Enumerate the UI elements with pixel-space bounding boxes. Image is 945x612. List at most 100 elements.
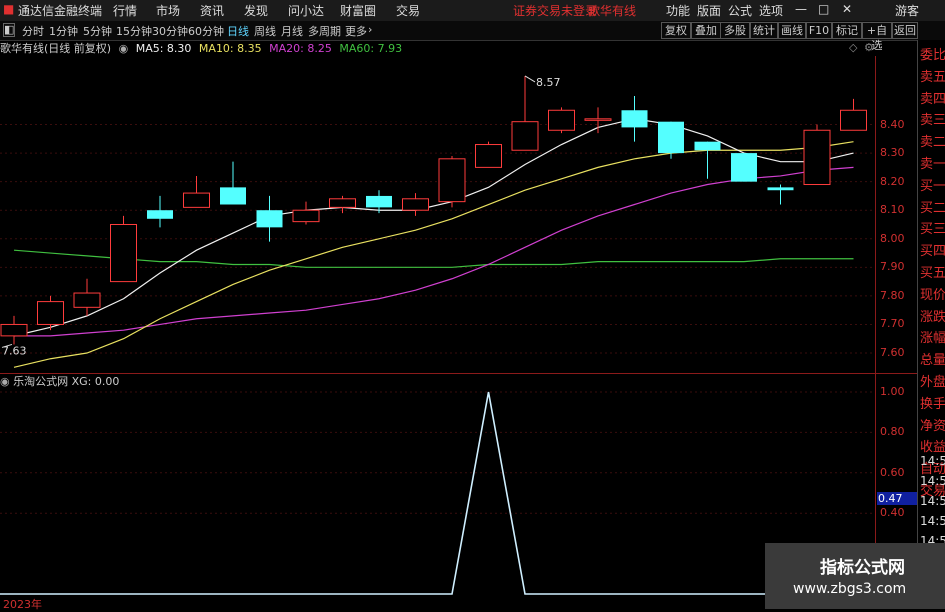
- quote-label[interactable]: 外盘: [920, 371, 945, 390]
- draw-line-button[interactable]: 画线: [778, 22, 806, 39]
- candle-body-down: [621, 110, 648, 128]
- watermark-name: 指标公式网: [820, 558, 905, 578]
- sub-axis-tick: 1.00: [880, 385, 905, 398]
- multi-stock-button[interactable]: 多股: [720, 22, 750, 39]
- stats-button[interactable]: 统计: [750, 22, 778, 39]
- candle-body-up: [438, 158, 466, 203]
- price-tick: 7.60: [880, 346, 905, 359]
- candle-body-down: [147, 210, 173, 219]
- tab-weekly[interactable]: 周线: [254, 23, 276, 39]
- quote-panel: 委比 卖五 卖四 卖三 卖二 卖一 买一 买二 买三 买四 买五 现价 涨跌 涨幅 总量 外盘 换手 净资 收益 自动…: [917, 40, 945, 609]
- settings-icon[interactable]: ◉: [119, 42, 129, 55]
- panel-toggle-icon[interactable]: ◧: [3, 23, 15, 37]
- diamond-icon[interactable]: ◇: [849, 41, 857, 54]
- quote-label[interactable]: 卖二: [920, 131, 945, 150]
- trade-time: 14:56: [920, 494, 945, 508]
- tab-60min[interactable]: 60分钟: [188, 23, 224, 39]
- ma60-value: MA60: 7.93: [339, 42, 403, 55]
- sub-settings-icon[interactable]: ◉: [0, 375, 10, 388]
- quote-label[interactable]: 买二: [920, 197, 945, 216]
- candle-body-up: [584, 118, 612, 121]
- candle-body-up: [402, 198, 429, 211]
- tab-1min[interactable]: 1分钟: [49, 23, 78, 39]
- quote-label[interactable]: 卖四: [920, 88, 945, 107]
- ma10-line: [13, 141, 854, 368]
- xg-indicator-chart[interactable]: [0, 389, 875, 609]
- menu-shichang[interactable]: 市场: [156, 2, 180, 19]
- menu-xuanxiang[interactable]: 选项: [759, 2, 783, 19]
- mark-button[interactable]: 标记: [832, 22, 862, 39]
- price-tick: 7.70: [880, 317, 905, 331]
- candle-body-up: [0, 323, 28, 337]
- menu-gongshi[interactable]: 公式: [728, 2, 752, 19]
- candle-body-up: [840, 109, 867, 131]
- candle-body-up: [73, 292, 101, 308]
- high-annotation: 8.57: [536, 76, 561, 89]
- ma-info-line: 歌华有线(日线 前复权) ◉ MA5: 8.30 MA10: 8.35 MA20…: [0, 40, 875, 56]
- quote-label[interactable]: 卖三: [920, 109, 945, 128]
- price-axis: 8.40 8.30 8.20 8.10 8.00 7.90 7.80 7.70 7.60: [875, 56, 918, 373]
- menu-wenxiaoda[interactable]: 问小达: [288, 2, 324, 19]
- candle-body-down: [256, 210, 283, 228]
- login-notice[interactable]: 证券交易未登录: [513, 2, 597, 19]
- quote-label[interactable]: 净资: [920, 415, 945, 434]
- tab-30min[interactable]: 30分钟: [152, 23, 188, 39]
- settings-gear-icon[interactable]: ⚙: [864, 41, 874, 54]
- price-tick: 8.30: [880, 146, 905, 160]
- add-watchlist-button[interactable]: +自选: [862, 22, 892, 52]
- menu-faxian[interactable]: 发现: [244, 2, 268, 19]
- candle-body-down: [658, 121, 684, 154]
- menu-banmian[interactable]: 版面: [697, 2, 721, 19]
- quote-label[interactable]: 买五: [920, 262, 945, 281]
- tab-more[interactable]: 更多: [345, 23, 367, 39]
- quote-label[interactable]: 涨幅: [920, 327, 945, 346]
- maximize-icon[interactable]: □: [818, 2, 829, 16]
- tab-fenshi[interactable]: 分时: [22, 23, 44, 39]
- back-button[interactable]: 返回: [892, 22, 918, 39]
- quote-label[interactable]: 卖五: [920, 66, 945, 85]
- fuquan-button[interactable]: 复权: [661, 22, 691, 39]
- tab-5min[interactable]: 5分钟: [83, 23, 112, 39]
- tab-daily[interactable]: 日线: [227, 23, 249, 39]
- close-icon[interactable]: ✕: [842, 2, 852, 16]
- ma10-value: MA10: 8.35: [198, 42, 262, 55]
- chevron-right-icon[interactable]: ›: [368, 23, 372, 36]
- quote-label[interactable]: 涨跌: [920, 306, 945, 325]
- candle-body-up: [329, 198, 356, 208]
- menu-caifuquan[interactable]: 财富圈: [340, 2, 376, 19]
- tab-multi-period[interactable]: 多周期: [308, 23, 341, 39]
- minimize-icon[interactable]: —: [795, 2, 807, 16]
- quote-label[interactable]: 卖一: [920, 153, 945, 172]
- user-label[interactable]: 游客: [895, 2, 919, 19]
- xg-signal-line: [0, 391, 875, 595]
- tab-15min[interactable]: 15分钟: [116, 23, 152, 39]
- menu-jiaoyi[interactable]: 交易: [396, 2, 420, 19]
- ma60-line: [13, 249, 854, 268]
- sub-indicator-info: ◉ 乐淘公式网 XG: 0.00: [0, 373, 119, 389]
- quote-label[interactable]: 委比: [920, 44, 945, 63]
- candle-body-up: [548, 109, 575, 131]
- overlay-button[interactable]: 叠加: [691, 22, 721, 39]
- sub-axis-tick: 0.60: [880, 465, 905, 479]
- quote-label[interactable]: 买三: [920, 218, 945, 237]
- quote-label[interactable]: 收益: [920, 436, 945, 455]
- quote-label[interactable]: 总量: [920, 349, 945, 368]
- f10-button[interactable]: F10: [806, 22, 832, 39]
- candle-body-up: [183, 192, 210, 208]
- quote-label[interactable]: 买一: [920, 175, 945, 194]
- ma5-line: [13, 118, 854, 337]
- quote-label[interactable]: 换手: [920, 393, 945, 412]
- menu-gongneng[interactable]: 功能: [666, 2, 690, 19]
- sub-axis-tick: 0.40: [880, 506, 905, 520]
- year-label: 2023年: [3, 598, 42, 611]
- menu-zixun[interactable]: 资讯: [200, 2, 224, 19]
- quote-label[interactable]: 现价: [920, 284, 945, 303]
- candlestick-chart[interactable]: 8.57 7.63: [0, 56, 875, 373]
- high-pointer: [524, 75, 536, 83]
- price-tick: 8.10: [880, 203, 905, 217]
- menu-hangqing[interactable]: 行情: [113, 2, 137, 19]
- trade-time: 14:56: [920, 474, 945, 488]
- candle-body-up: [803, 129, 831, 186]
- tab-monthly[interactable]: 月线: [281, 23, 303, 39]
- quote-label[interactable]: 买四: [920, 240, 945, 259]
